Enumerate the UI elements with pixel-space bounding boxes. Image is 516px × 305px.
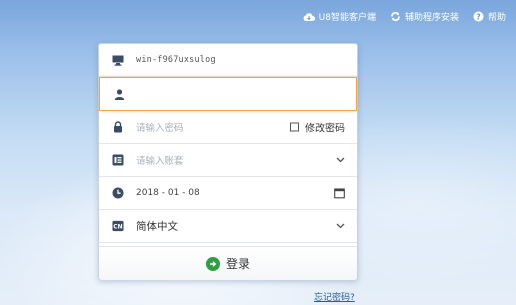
help-link[interactable]: ? 帮助 <box>473 10 506 23</box>
installer-link[interactable]: 辅助程序安装 <box>390 10 459 23</box>
arrow-right-icon <box>205 256 220 271</box>
account-placeholder: 请输入账套 <box>136 156 184 167</box>
password-input[interactable]: 请输入密码 修改密码 <box>99 111 357 144</box>
language-icon: CN <box>112 220 124 232</box>
smart-client-label: U8智能客户端 <box>318 13 376 23</box>
login-panel: win-f967uxsulog 请输入密码 修改密码 请输入账套 2018 - … <box>98 43 358 280</box>
user-icon <box>113 88 125 100</box>
server-value: win-f967uxsulog <box>136 55 216 65</box>
change-password-option[interactable]: 修改密码 <box>290 120 345 135</box>
help-label: 帮助 <box>487 13 506 23</box>
login-button[interactable]: 登录 <box>99 246 357 280</box>
chevron-down-icon[interactable] <box>336 157 345 163</box>
language-badge-text: CN <box>113 223 122 230</box>
refresh-icon <box>390 11 401 22</box>
forgot-password-link[interactable]: 忘记密码? <box>314 290 355 303</box>
chevron-down-icon[interactable] <box>336 223 345 229</box>
installer-label: 辅助程序安装 <box>404 13 459 23</box>
monitor-icon <box>112 54 124 66</box>
smart-client-link[interactable]: U8智能客户端 <box>303 10 376 23</box>
username-input[interactable] <box>99 77 357 111</box>
lock-icon <box>112 121 124 133</box>
svg-text:?: ? <box>476 12 481 21</box>
top-toolbar: U8智能客户端 辅助程序安装 ? 帮助 <box>303 10 506 23</box>
help-icon: ? <box>473 11 484 22</box>
cloud-icon <box>303 12 315 22</box>
login-button-label: 登录 <box>225 257 250 271</box>
account-icon <box>112 154 124 166</box>
account-select[interactable]: 请输入账套 <box>99 144 357 177</box>
server-field[interactable]: win-f967uxsulog <box>99 44 357 77</box>
change-password-checkbox[interactable] <box>290 122 299 132</box>
language-select[interactable]: CN 简体中文 <box>99 210 357 243</box>
language-value: 简体中文 <box>136 220 178 233</box>
password-placeholder: 请输入密码 <box>136 123 184 134</box>
date-value: 2018 - 01 - 08 <box>136 188 200 198</box>
clock-icon <box>112 187 124 199</box>
change-password-label: 修改密码 <box>305 123 345 135</box>
calendar-icon[interactable] <box>334 188 345 199</box>
date-field[interactable]: 2018 - 01 - 08 <box>99 177 357 210</box>
